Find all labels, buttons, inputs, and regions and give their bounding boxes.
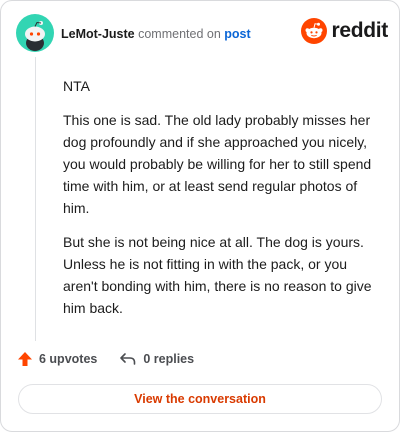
reply-button[interactable]: 0 replies <box>119 351 194 367</box>
reddit-wordmark: reddit <box>331 19 388 42</box>
comment-paragraph: NTA <box>63 78 90 94</box>
reddit-logo-icon <box>301 18 328 44</box>
upvote-count: 6 upvotes <box>39 352 98 366</box>
comment-paragraph: But she is not being nice at all. The do… <box>63 234 372 316</box>
thread-line <box>35 57 36 341</box>
commented-on-text: commented on <box>138 27 221 41</box>
embedded-comment-card: LeMot-Juste commented on post reddit NTA… <box>0 0 400 432</box>
comment-meta: LeMot-Juste commented on post <box>61 26 251 42</box>
reply-count: 0 replies <box>143 352 195 366</box>
upvote-button[interactable]: 6 upvotes <box>17 351 97 367</box>
snoo-avatar-icon[interactable] <box>16 14 54 52</box>
reddit-logo[interactable]: reddit <box>301 18 388 44</box>
post-link[interactable]: post <box>224 27 250 41</box>
comment-actions: 6 upvotes 0 replies <box>17 347 377 371</box>
username-link[interactable]: LeMot-Juste <box>61 27 135 41</box>
view-conversation-button[interactable]: View the conversation <box>18 384 382 414</box>
comment-body: NTA This one is sad. The old lady probab… <box>63 75 378 331</box>
comment-paragraph: This one is sad. The old lady probably m… <box>63 112 372 216</box>
comment-header: LeMot-Juste commented on post reddit <box>16 14 388 56</box>
upvote-arrow-icon <box>18 352 32 366</box>
view-conversation-label: View the conversation <box>134 392 266 406</box>
reply-arrow-icon <box>120 353 136 365</box>
